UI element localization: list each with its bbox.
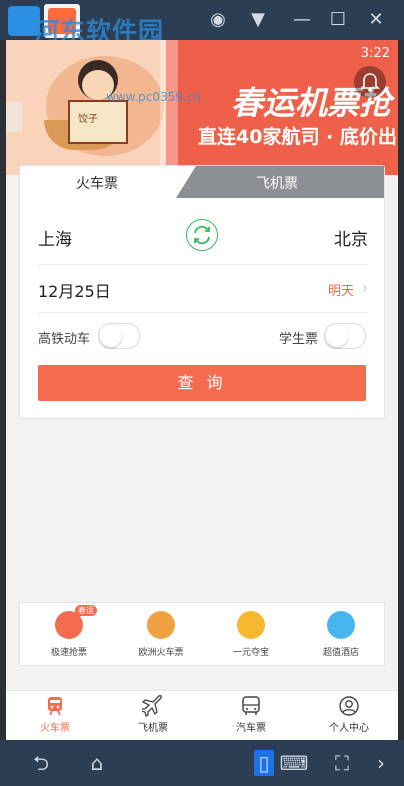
date-relative-label: 明天: [327, 284, 354, 299]
tab-train-label: 火车票: [76, 176, 118, 192]
status-time: 3:22: [360, 46, 390, 61]
screen-rotate-icon[interactable]: ▯: [254, 750, 274, 776]
globe-icon: [147, 611, 175, 639]
minimize-icon[interactable]: —: [290, 8, 314, 32]
back-icon[interactable]: ⮌: [22, 750, 60, 776]
nav-label: 火车票: [40, 723, 70, 734]
route-row: 上海 北京: [38, 216, 368, 265]
nav-flight[interactable]: 飞机票: [104, 694, 202, 734]
fullscreen-icon[interactable]: ⛶: [328, 750, 356, 776]
nav-label: 飞机票: [138, 723, 168, 734]
bus-icon: [240, 695, 262, 717]
emulator-system-bar: ⮌ ⌂ ▯ ⌨ ⛶ ›: [0, 740, 404, 786]
quick-services: 春运 极速抢票 欧洲火车票 一元夺宝 超值酒店: [19, 602, 385, 666]
quick-item-label: 超值酒店: [322, 648, 359, 658]
account-icon[interactable]: ◉: [206, 8, 230, 32]
quick-item-fast-grab[interactable]: 春运 极速抢票: [24, 605, 114, 658]
banner-pager-dots: [206, 157, 254, 172]
dropdown-icon[interactable]: ▼: [246, 8, 270, 32]
bottom-navigation: 火车票 飞机票 汽车票 个人中心: [6, 690, 398, 740]
hotel-icon: [327, 611, 355, 639]
watermark-url: www.pc0359.cn: [106, 90, 201, 104]
arrival-city[interactable]: 北京: [334, 225, 368, 250]
chevron-right-icon: ›: [361, 278, 368, 297]
app-screen: 饺子 春运机票抢 直连40家航司 · 底价出 www.pc0359.cn 3:2…: [6, 40, 398, 740]
promo-banner[interactable]: 饺子 春运机票抢 直连40家航司 · 底价出: [6, 40, 398, 175]
emulator-titlebar: 河东软件园 ◉ ▼ — ☐ ✕: [0, 0, 404, 46]
tab-flight-label: 飞机票: [256, 176, 298, 192]
departure-date: 12月25日: [38, 282, 111, 301]
tab-train[interactable]: 火车票: [36, 166, 176, 198]
departure-city[interactable]: 上海: [38, 225, 72, 250]
close-icon[interactable]: ✕: [364, 8, 388, 32]
quick-item-hotel[interactable]: 超值酒店: [296, 611, 386, 658]
banner-paper-text: 饺子: [78, 114, 98, 125]
ticket-search-card: 火车票 飞机票 上海 北京 12月25日 明天 › 高铁动车 学生票 查 询: [19, 165, 385, 419]
swap-cities-button[interactable]: [186, 219, 218, 251]
gold-ingot-icon: [237, 611, 265, 639]
quick-item-europe-rail[interactable]: 欧洲火车票: [116, 611, 206, 658]
keyboard-icon[interactable]: ⌨: [278, 750, 310, 776]
spring-badge: 春运: [75, 605, 97, 616]
quick-item-label: 极速抢票: [50, 648, 87, 658]
fast-grab-icon: 春运: [55, 605, 97, 639]
search-button[interactable]: 查 询: [38, 365, 366, 401]
nav-profile[interactable]: 个人中心: [300, 695, 398, 734]
home-icon[interactable]: ⌂: [78, 750, 116, 776]
nav-label: 个人中心: [329, 723, 369, 734]
banner-slogan-sub: 直连40家航司 · 底价出: [198, 126, 397, 148]
student-ticket-toggle[interactable]: [324, 323, 366, 349]
nav-label: 汽车票: [236, 723, 266, 734]
nav-bus[interactable]: 汽车票: [202, 695, 300, 734]
high-speed-toggle[interactable]: [98, 323, 140, 349]
maximize-icon[interactable]: ☐: [326, 8, 350, 32]
quick-item-lottery[interactable]: 一元夺宝: [206, 611, 296, 658]
date-row[interactable]: 12月25日 明天 ›: [38, 266, 368, 313]
user-icon: [338, 695, 360, 717]
tab-flight[interactable]: 飞机票: [176, 166, 384, 198]
quick-item-label: 欧洲火车票: [138, 648, 184, 658]
student-ticket-label: 学生票: [278, 332, 318, 347]
expand-right-icon[interactable]: ›: [370, 750, 392, 776]
plane-icon: [140, 694, 164, 717]
high-speed-label: 高铁动车: [38, 332, 91, 347]
nav-train[interactable]: 火车票: [6, 695, 104, 734]
ticket-tabs: 火车票 飞机票: [36, 166, 384, 198]
notification-bell-icon[interactable]: [354, 66, 386, 98]
train-icon: [44, 695, 66, 717]
quick-item-label: 一元夺宝: [232, 648, 269, 658]
